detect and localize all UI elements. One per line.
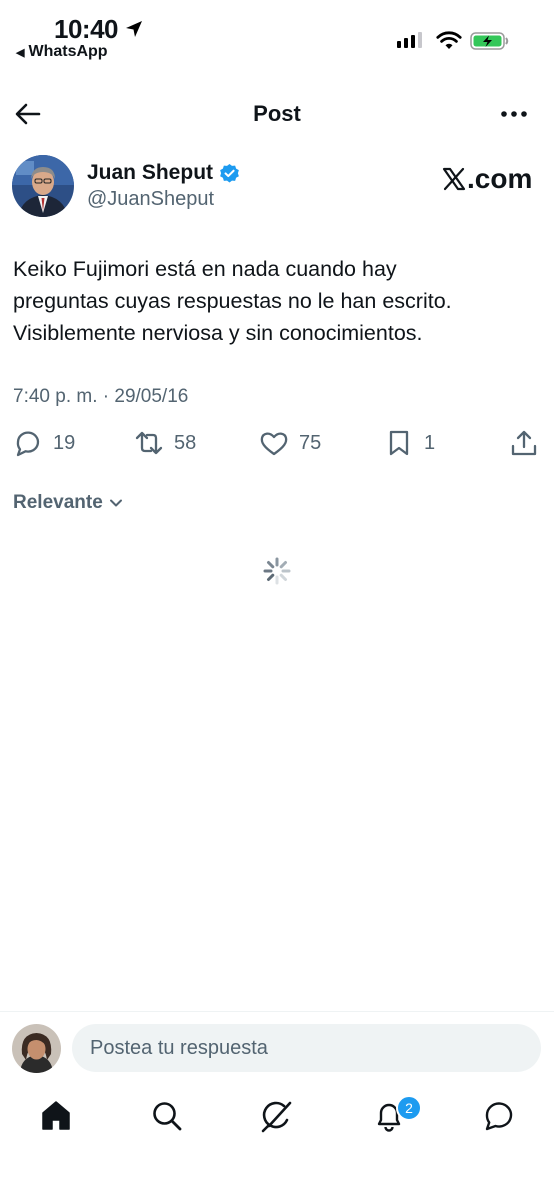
- post-timestamp[interactable]: 7:40 p. m. · 29/05/16: [13, 386, 188, 408]
- search-icon[interactable]: [149, 1098, 185, 1134]
- location-arrow-icon: [126, 21, 142, 37]
- reply-button[interactable]: 19: [13, 428, 75, 458]
- battery-charging-icon: [470, 32, 509, 50]
- repost-button[interactable]: 58: [134, 428, 196, 458]
- user-photo: [12, 1024, 61, 1073]
- more-icon[interactable]: [499, 104, 529, 124]
- messages-icon[interactable]: [481, 1098, 517, 1134]
- verified-badge-icon: [220, 163, 239, 182]
- like-button[interactable]: 75: [259, 428, 321, 458]
- reply-input[interactable]: [72, 1024, 541, 1072]
- like-count: 75: [299, 431, 322, 454]
- repost-count: 58: [174, 431, 197, 454]
- reply-count: 19: [53, 431, 76, 454]
- author-photo: [12, 155, 74, 217]
- cellular-signal-icon: [397, 32, 422, 48]
- status-time: 10:40: [54, 14, 119, 44]
- replies-sort-dropdown[interactable]: Relevante: [13, 492, 123, 514]
- x-com-logo: . com: [442, 163, 532, 195]
- x-com-logo-text: com: [474, 163, 533, 194]
- user-avatar[interactable]: [12, 1024, 61, 1073]
- post-text-line: Keiko Fujimori está en nada cuando hay: [13, 257, 397, 281]
- notifications-badge: 2: [396, 1095, 422, 1121]
- x-logo-icon: [442, 167, 466, 191]
- replies-sort-label: Relevante: [13, 492, 103, 513]
- reply-icon: [16, 431, 40, 457]
- home-icon[interactable]: [38, 1098, 74, 1134]
- wifi-icon: [436, 31, 462, 49]
- bookmark-icon: [389, 430, 409, 456]
- chevron-down-icon: [109, 499, 122, 507]
- bookmark-count: 1: [424, 431, 436, 454]
- loading-spinner-icon: [263, 557, 291, 585]
- page-title: Post: [253, 101, 301, 126]
- post-text-line: preguntas cuyas respuestas no le han esc…: [13, 289, 452, 313]
- divider: [0, 1011, 554, 1012]
- author-avatar[interactable]: [12, 155, 74, 217]
- grok-icon[interactable]: [259, 1098, 295, 1134]
- share-icon: [511, 430, 537, 456]
- heart-icon: [260, 432, 288, 456]
- author-name: Juan Sheput: [87, 161, 214, 184]
- author-handle: @JuanSheput: [87, 188, 215, 210]
- post-text-line: Visiblemente nerviosa y sin conocimiento…: [13, 321, 423, 345]
- back-to-app-link[interactable]: ◀ WhatsApp: [16, 43, 108, 61]
- back-app-label: WhatsApp: [28, 43, 108, 60]
- share-button[interactable]: [509, 428, 539, 458]
- back-triangle-icon: ◀: [16, 46, 25, 59]
- bookmark-button[interactable]: 1: [384, 428, 435, 458]
- post-text: Keiko Fujimori está en nada cuando hay p…: [13, 253, 533, 349]
- author-name-row[interactable]: Juan Sheput: [87, 161, 240, 185]
- repost-icon: [135, 431, 163, 455]
